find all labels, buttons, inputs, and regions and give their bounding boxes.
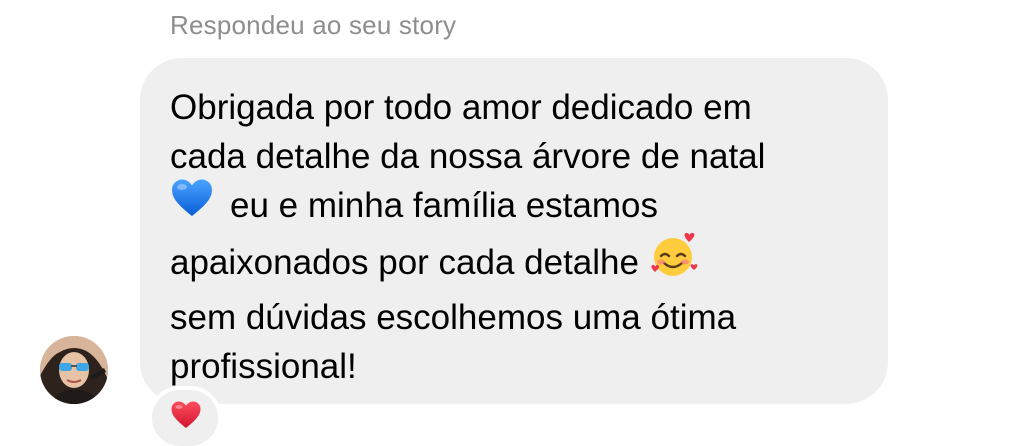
message-line-5: sem dúvidas escolhemos uma ótima (170, 298, 737, 337)
avatar[interactable] (40, 336, 108, 404)
message-line-4: apaixonados por cada detalhe (170, 232, 870, 295)
reaction-badge[interactable] (148, 386, 222, 446)
message-line-2: cada detalhe da nossa árvore de natal (170, 136, 766, 176)
smiling-face-with-hearts-icon (649, 232, 699, 292)
message-line-6: profissional! (170, 346, 357, 386)
message-text: Obrigada por todo amor dedicado em cada … (170, 84, 870, 391)
story-reply-screen: Respondeu ao seu story Obrigada por todo… (0, 0, 1024, 446)
red-heart-icon (171, 401, 201, 428)
message-line-3: eu e minha família estamos (170, 178, 870, 235)
story-reply-label: Respondeu ao seu story (170, 10, 457, 40)
message-line-4-text: apaixonados por cada detalhe (170, 242, 639, 282)
blue-heart-icon (170, 178, 214, 232)
message-line-1: Obrigada por todo amor dedicado em (170, 88, 752, 127)
message-line-3-text: eu e minha família estamos (230, 186, 658, 225)
